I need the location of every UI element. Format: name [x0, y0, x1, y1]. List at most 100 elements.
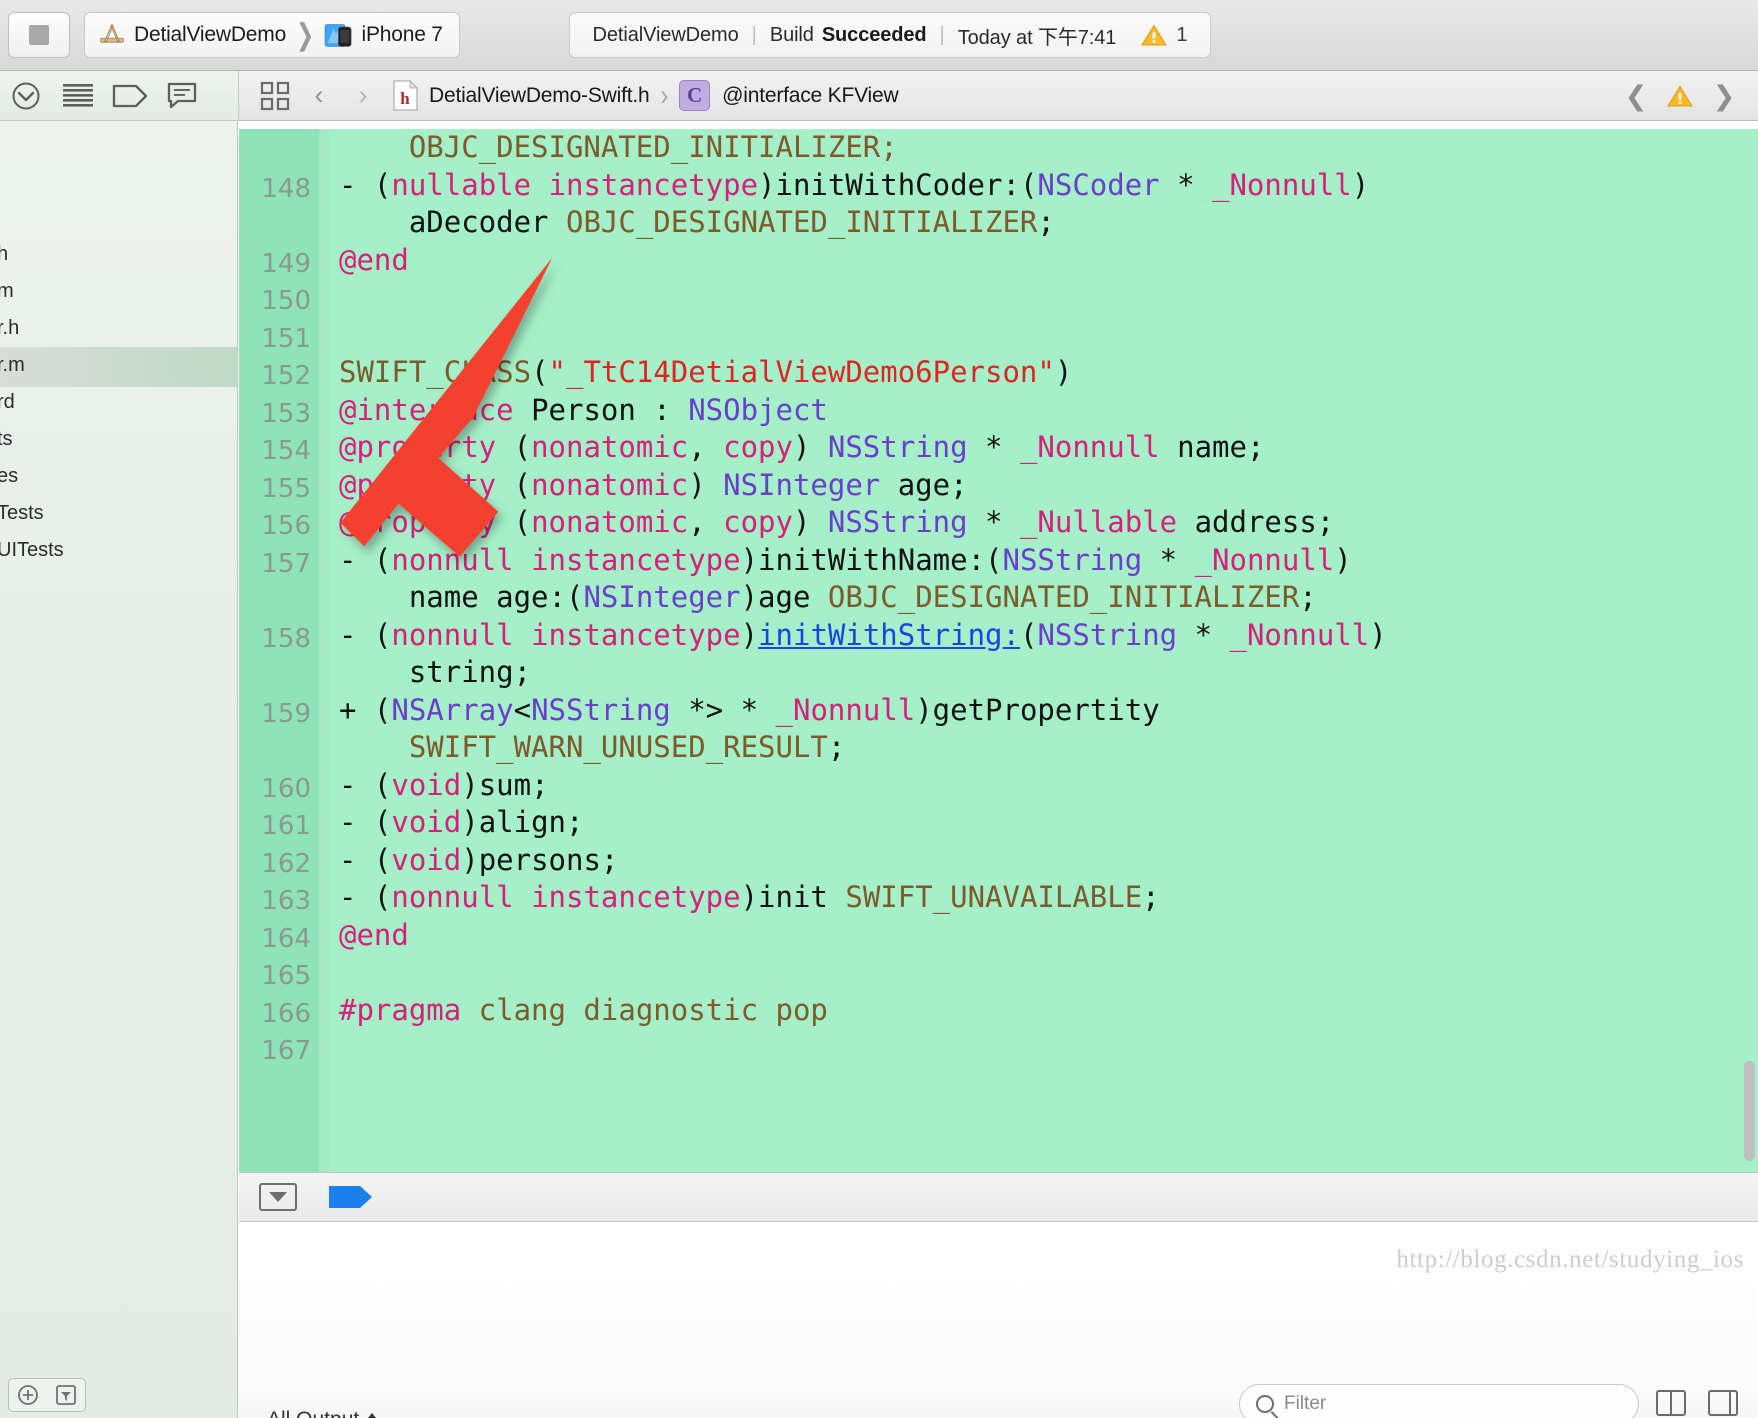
- sidebar-item-label: Tests: [0, 502, 44, 524]
- code-line[interactable]: 159 + (NSArray<NSString *> * _Nonnull)get…: [239, 692, 1758, 730]
- token-plain: + (: [339, 692, 392, 727]
- console-output-selector[interactable]: All Output: [267, 1408, 379, 1418]
- console-trash-icon[interactable]: [1708, 1390, 1738, 1416]
- debug-bar: [239, 1172, 1758, 1222]
- sidebar-item-8[interactable]: UITests: [0, 532, 237, 572]
- token-plain: name age:(: [339, 580, 584, 614]
- code-line[interactable]: 167: [239, 1029, 1758, 1067]
- sidebar-item-2[interactable]: r.h: [0, 310, 237, 350]
- token-plain: *> *: [670, 692, 776, 727]
- code-line[interactable]: string;: [239, 654, 1758, 692]
- code-line[interactable]: SWIFT_WARN_UNUSED_RESULT;: [239, 729, 1758, 767]
- line-number: 166: [261, 998, 311, 1029]
- blue-flag-icon[interactable]: [327, 1182, 375, 1212]
- jump-back-button[interactable]: ‹: [297, 80, 341, 111]
- token-kw: _Nullable: [1019, 505, 1178, 539]
- token-kw: void: [391, 842, 462, 877]
- list-icon[interactable]: [52, 71, 104, 121]
- warning-icon[interactable]: [1141, 24, 1168, 47]
- issue-warning-icon[interactable]: [1658, 85, 1702, 108]
- sidebar-item-6[interactable]: es: [0, 458, 237, 498]
- token-plain: - (: [339, 542, 392, 577]
- token-kw: nonnull instancetype: [391, 617, 741, 652]
- navigator-add-button[interactable]: [8, 1378, 86, 1412]
- code-text: @interface Person : NSObject: [339, 392, 828, 430]
- related-items-icon[interactable]: [253, 71, 297, 121]
- code-line[interactable]: 154 @property (nonatomic, copy) NSString …: [239, 429, 1758, 467]
- code-line[interactable]: 155 @property (nonatomic) NSInteger age;: [239, 467, 1758, 505]
- token-kw: void: [391, 805, 462, 839]
- jump-bar-filename[interactable]: DetialViewDemo-Swift.h: [429, 84, 650, 108]
- token-macro: SWIFT_CLASS: [339, 355, 532, 389]
- console-filter-placeholder: Filter: [1284, 1393, 1327, 1414]
- source-editor[interactable]: OBJC_DESIGNATED_INITIALIZER; 148- (nullab…: [239, 121, 1758, 1172]
- token-kw: @interface: [339, 392, 514, 427]
- editor-vertical-scrollbar[interactable]: [1744, 1061, 1755, 1161]
- next-issue-chevron-icon[interactable]: ❯: [1702, 81, 1746, 112]
- sidebar-item-0[interactable]: h: [0, 236, 237, 276]
- sidebar-item-7[interactable]: Tests: [0, 495, 237, 535]
- line-number: 159: [261, 698, 311, 729]
- status-divider-1: |: [751, 23, 757, 46]
- jump-forward-button[interactable]: ›: [341, 80, 385, 111]
- token-kw: nonatomic: [531, 430, 689, 464]
- console-toggle-icon[interactable]: [259, 1183, 297, 1211]
- code-line[interactable]: 149 @end: [239, 242, 1758, 280]
- project-navigator[interactable]: hm r.h r.m rd ts es Tests UITests: [0, 121, 238, 1418]
- code-line[interactable]: aDecoder OBJC_DESIGNATED_INITIALIZER;: [239, 204, 1758, 242]
- token-plain: ): [1334, 542, 1352, 577]
- code-content[interactable]: OBJC_DESIGNATED_INITIALIZER; 148- (nullab…: [239, 129, 1758, 1172]
- console-split-icon[interactable]: [1656, 1390, 1686, 1416]
- hide-icon[interactable]: [0, 71, 52, 121]
- jump-bar-symbol[interactable]: @interface KFView: [722, 84, 898, 108]
- token-plain: ): [688, 467, 724, 502]
- line-number: 157: [261, 548, 311, 579]
- code-line[interactable]: 162 - (void)persons;: [239, 842, 1758, 880]
- tag-icon[interactable]: [104, 71, 156, 121]
- token-type: NSObject: [688, 392, 828, 427]
- code-line[interactable]: 163 - (nonnull instancetype)init SWIFT_UN…: [239, 879, 1758, 917]
- scheme-selector[interactable]: DetialViewDemo ❯ iPhone 7: [84, 12, 460, 58]
- sidebar-item-4[interactable]: rd: [0, 384, 237, 424]
- code-line[interactable]: 152 SWIFT_CLASS("_TtC14DetialViewDemo6Per…: [239, 354, 1758, 392]
- simulator-device-icon: [325, 23, 352, 47]
- navigator-bottom-bar: [0, 1372, 237, 1418]
- token-plain: aDecoder: [339, 205, 566, 239]
- code-text: - (nonnull instancetype)initWithName:(NS…: [339, 542, 1352, 580]
- sidebar-item-3[interactable]: r.m: [0, 347, 237, 387]
- svg-text:h: h: [400, 89, 410, 108]
- code-line[interactable]: 153 @interface Person : NSObject: [239, 392, 1758, 430]
- code-text: - (nonnull instancetype)initWithString:(…: [339, 617, 1387, 655]
- line-number: 154: [261, 436, 311, 466]
- code-line[interactable]: name age:(NSInteger)age OBJC_DESIGNATED_…: [239, 579, 1758, 617]
- code-line[interactable]: 166 #pragma clang diagnostic pop: [239, 992, 1758, 1030]
- console-area[interactable]: http://blog.csdn.net/studying_ios All Ou…: [239, 1222, 1758, 1418]
- code-line[interactable]: 151: [239, 317, 1758, 355]
- sidebar-item-label: r.h: [0, 317, 20, 339]
- line-number: 160: [261, 773, 311, 804]
- token-kw: nonnull instancetype: [391, 542, 741, 577]
- code-line[interactable]: 150: [239, 279, 1758, 317]
- token-plain: - (: [339, 805, 392, 839]
- code-line[interactable]: 164 @end: [239, 917, 1758, 955]
- code-line[interactable]: 160 - (void)sum;: [239, 767, 1758, 805]
- token-plain: ): [792, 505, 828, 539]
- code-line[interactable]: 148 - (nullable instancetype)initWithCode…: [239, 167, 1758, 205]
- stop-button[interactable]: [8, 12, 70, 58]
- console-filter-field[interactable]: Filter: [1239, 1384, 1639, 1418]
- code-line[interactable]: OBJC_DESIGNATED_INITIALIZER;: [239, 129, 1758, 167]
- line-number: 149: [261, 248, 311, 279]
- code-line[interactable]: 165: [239, 954, 1758, 992]
- token-link[interactable]: initWithString:: [758, 618, 1020, 652]
- code-line[interactable]: 156 @property (nonatomic, copy) NSString …: [239, 504, 1758, 542]
- sidebar-item-1[interactable]: m: [0, 273, 237, 313]
- sidebar-item-5[interactable]: ts: [0, 421, 237, 461]
- code-line[interactable]: 158- (nonnull instancetype)initWithStrin…: [239, 617, 1758, 655]
- activity-status-view[interactable]: DetialViewDemo | Build Succeeded | Today…: [569, 12, 1211, 58]
- previous-issue-chevron-icon[interactable]: ❮: [1614, 81, 1658, 112]
- code-line[interactable]: 157 - (nonnull instancetype)initWithName:…: [239, 542, 1758, 580]
- toolbar: DetialViewDemo ❯ iPhone 7 DetialViewDemo…: [0, 0, 1758, 71]
- token-kw: _Nonnull: [1212, 167, 1352, 202]
- comment-icon[interactable]: [156, 71, 208, 121]
- code-line[interactable]: 161 - (void)align;: [239, 804, 1758, 842]
